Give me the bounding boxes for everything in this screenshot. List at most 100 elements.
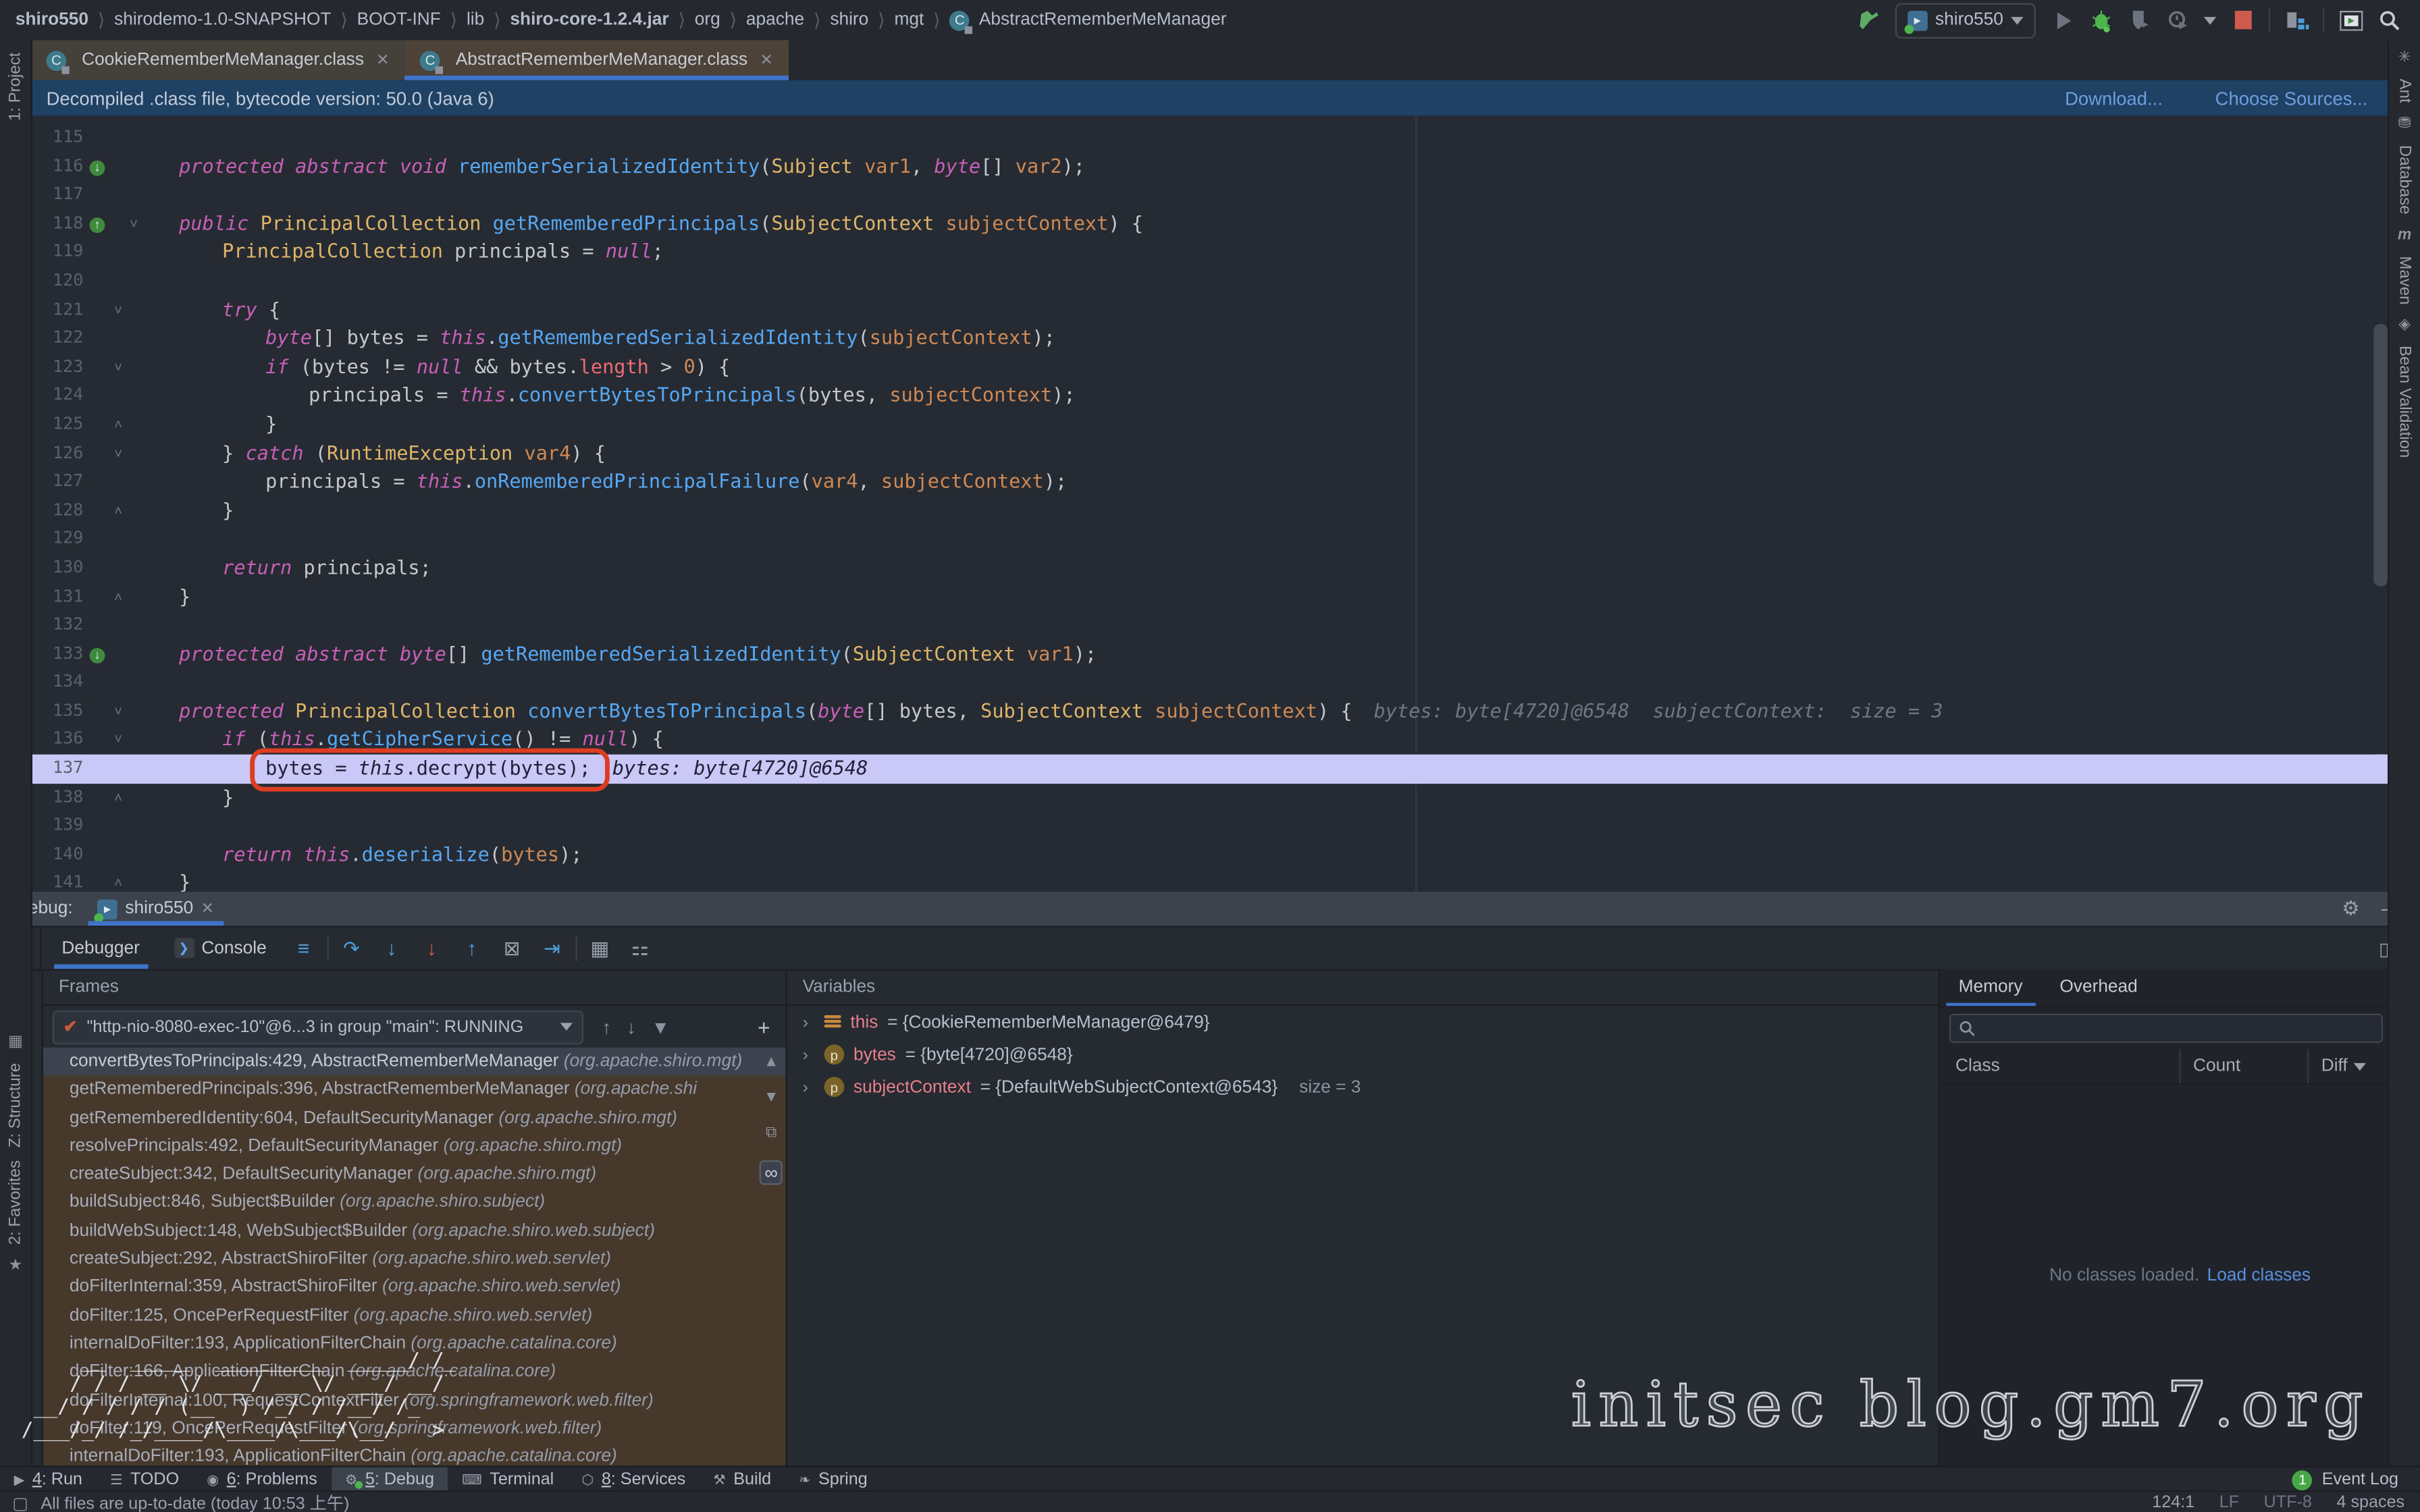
toolwindow-button-spring[interactable]: ❧Spring xyxy=(785,1467,882,1492)
status-item[interactable]: LF xyxy=(2219,1494,2239,1512)
line-number[interactable]: 129 xyxy=(31,525,84,554)
run-anything-icon[interactable] xyxy=(2338,7,2363,32)
line-number[interactable]: 130 xyxy=(31,554,84,583)
settings-gear-icon[interactable]: ⚙ xyxy=(2342,896,2360,921)
code-line-136[interactable]: 136˅if (this.getCipherService() != null)… xyxy=(31,726,2390,755)
show-execution-point-icon[interactable]: ≡ xyxy=(287,936,321,959)
fold-marker-icon[interactable]: ˄ xyxy=(114,875,122,891)
sidebar-item-project[interactable]: 1: Project xyxy=(0,53,31,121)
code-line-119[interactable]: 119PrincipalCollection principals = null… xyxy=(31,238,2390,267)
copy-stack-icon[interactable]: ⧉ xyxy=(766,1125,777,1141)
sidebar-item-favorites[interactable]: 2: Favorites xyxy=(0,1160,31,1245)
filter-icon[interactable]: ▼ xyxy=(652,1016,670,1037)
trace-settings-icon[interactable]: ⚏ xyxy=(623,936,657,961)
evaluate-expression-icon[interactable]: ▦ xyxy=(583,936,616,961)
line-number[interactable]: 122 xyxy=(31,324,84,353)
stack-frame[interactable]: internalDoFilter:193, ApplicationFilterC… xyxy=(43,1330,785,1358)
line-number[interactable]: 131 xyxy=(31,583,84,612)
breadcrumb[interactable]: shiro550⟩shirodemo-1.0-SNAPSHOT⟩BOOT-INF… xyxy=(0,9,1227,31)
frames-list[interactable]: ▲ ▼ ⧉ ∞ convertBytesToPrincipals:429, Ab… xyxy=(43,1048,785,1465)
profiler-button[interactable] xyxy=(2165,7,2190,32)
variable-row[interactable]: ›pbytes = {byte[4720]@6548} xyxy=(787,1038,1939,1071)
tab-abstract-remember-me-manager[interactable]: C AbstractRememberMeManager.class ✕ xyxy=(404,40,788,80)
code-line-132[interactable]: 132 xyxy=(31,611,2390,640)
expand-chevron-icon[interactable]: › xyxy=(803,1013,815,1031)
toolwindow-button-todo[interactable]: ☰TODO xyxy=(97,1467,193,1492)
sidebar-item-bean-validation[interactable]: Bean Validation xyxy=(2389,346,2420,458)
async-stacks-icon[interactable]: ∞ xyxy=(760,1160,783,1185)
implemented-marker-icon[interactable]: ↓ xyxy=(90,160,105,176)
line-number[interactable]: 119 xyxy=(31,238,84,267)
load-classes-link[interactable]: Load classes xyxy=(2207,1266,2311,1284)
code-line-115[interactable]: 115 xyxy=(31,124,2390,153)
fold-marker-icon[interactable]: ˄ xyxy=(114,790,122,805)
variable-row[interactable]: ›psubjectContext = {DefaultWebSubjectCon… xyxy=(787,1071,1939,1103)
status-item[interactable]: UTF-8 xyxy=(2264,1494,2312,1512)
code-line-125[interactable]: 125˄} xyxy=(31,410,2390,439)
toolwindow-button-terminal[interactable]: ⌨Terminal xyxy=(448,1467,568,1492)
build-hammer-icon[interactable] xyxy=(1856,7,1881,32)
breadcrumb-item[interactable]: AbstractRememberMeManager xyxy=(979,11,1227,29)
code-line-120[interactable]: 120 xyxy=(31,267,2390,296)
debug-session-tab[interactable]: ▸ shiro550 ✕ xyxy=(85,892,226,925)
breadcrumb-item[interactable]: lib xyxy=(467,11,484,29)
step-over-icon[interactable]: ↷ xyxy=(334,936,368,961)
stack-frame[interactable]: createSubject:342, DefaultSecurityManage… xyxy=(43,1160,785,1189)
close-icon[interactable]: ✕ xyxy=(376,52,389,69)
line-number[interactable]: 135 xyxy=(31,697,84,726)
stack-frame[interactable]: doFilter:119, OncePerRequestFilter (org.… xyxy=(43,1415,785,1443)
step-into-icon[interactable]: ↓ xyxy=(375,936,409,959)
breadcrumb-item[interactable]: shirodemo-1.0-SNAPSHOT xyxy=(114,11,331,29)
code-line-137[interactable]: 137bytes = this.decrypt(bytes);bytes: by… xyxy=(31,755,2390,784)
fold-marker-icon[interactable]: ˅ xyxy=(114,732,122,748)
search-everywhere-icon[interactable] xyxy=(2377,7,2402,32)
line-number[interactable]: 125 xyxy=(31,410,84,439)
fold-marker-icon[interactable]: ˄ xyxy=(114,503,122,518)
stack-frame[interactable]: convertBytesToPrincipals:429, AbstractRe… xyxy=(43,1048,785,1076)
variable-row[interactable]: ›this = {CookieRememberMeManager@6479} xyxy=(787,1006,1939,1038)
stop-button[interactable] xyxy=(2230,7,2255,32)
fold-marker-icon[interactable]: ˄ xyxy=(114,589,122,604)
code-line-123[interactable]: 123˅if (bytes != null && bytes.length > … xyxy=(31,353,2390,382)
close-icon[interactable]: ✕ xyxy=(201,900,214,917)
line-number[interactable]: 121 xyxy=(31,296,84,325)
tab-cookie-remember-me-manager[interactable]: C CookieRememberMeManager.class ✕ xyxy=(31,40,405,80)
step-out-icon[interactable]: ↑ xyxy=(455,936,489,959)
sidebar-item-ant[interactable]: Ant xyxy=(2389,79,2420,103)
breadcrumb-item[interactable]: shiro xyxy=(830,11,868,29)
code-line-140[interactable]: 140return this.deserialize(bytes); xyxy=(31,840,2390,869)
code-line-130[interactable]: 130return principals; xyxy=(31,554,2390,583)
code-line-131[interactable]: 131˄} xyxy=(31,583,2390,612)
stack-frame[interactable]: doFilter:166, ApplicationFilterChain (or… xyxy=(43,1358,785,1386)
run-to-cursor-icon[interactable]: ⇥ xyxy=(535,936,569,961)
coverage-button[interactable] xyxy=(2127,7,2152,32)
expand-chevron-icon[interactable]: › xyxy=(803,1078,815,1096)
project-structure-icon[interactable] xyxy=(2284,7,2309,32)
download-link[interactable]: Download... xyxy=(2065,87,2163,109)
column-class[interactable]: Class xyxy=(1940,1057,2179,1075)
debug-button[interactable] xyxy=(2088,7,2113,32)
thread-selector[interactable]: ✔ "http-nio-8080-exec-10"@6...3 in group… xyxy=(53,1010,583,1044)
add-icon[interactable]: + xyxy=(758,1015,777,1040)
code-line-117[interactable]: 117 xyxy=(31,181,2390,210)
fold-marker-icon[interactable]: ˅ xyxy=(114,302,122,317)
fold-marker-icon[interactable]: ˄ xyxy=(114,416,122,432)
line-number[interactable]: 117 xyxy=(31,181,84,210)
line-number[interactable]: 136 xyxy=(31,726,84,755)
line-number[interactable]: 120 xyxy=(31,267,84,296)
line-number[interactable]: 134 xyxy=(31,668,84,697)
line-number[interactable]: 126 xyxy=(31,439,84,468)
line-number[interactable]: 115 xyxy=(31,124,84,153)
code-line-121[interactable]: 121˅try { xyxy=(31,296,2390,325)
stack-frame[interactable]: buildWebSubject:148, WebSubject$Builder … xyxy=(43,1217,785,1245)
sidebar-item-database[interactable]: Database xyxy=(2389,144,2420,214)
stack-frame[interactable]: internalDoFilter:193, ApplicationFilterC… xyxy=(43,1443,785,1466)
code-line-116[interactable]: 116↓protected abstract void rememberSeri… xyxy=(31,152,2390,181)
code-line-129[interactable]: 129 xyxy=(31,525,2390,554)
toolwindow-button-debug[interactable]: ⚙5: Debug xyxy=(331,1467,448,1492)
toolwindow-button-build[interactable]: ⚒Build xyxy=(700,1467,785,1492)
memory-search-input[interactable] xyxy=(1949,1014,2384,1043)
stack-frame[interactable]: doFilterInternal:100, RequestContextFilt… xyxy=(43,1386,785,1415)
breadcrumb-item[interactable]: mgt xyxy=(894,11,924,29)
breadcrumb-item[interactable]: BOOT-INF xyxy=(357,11,441,29)
